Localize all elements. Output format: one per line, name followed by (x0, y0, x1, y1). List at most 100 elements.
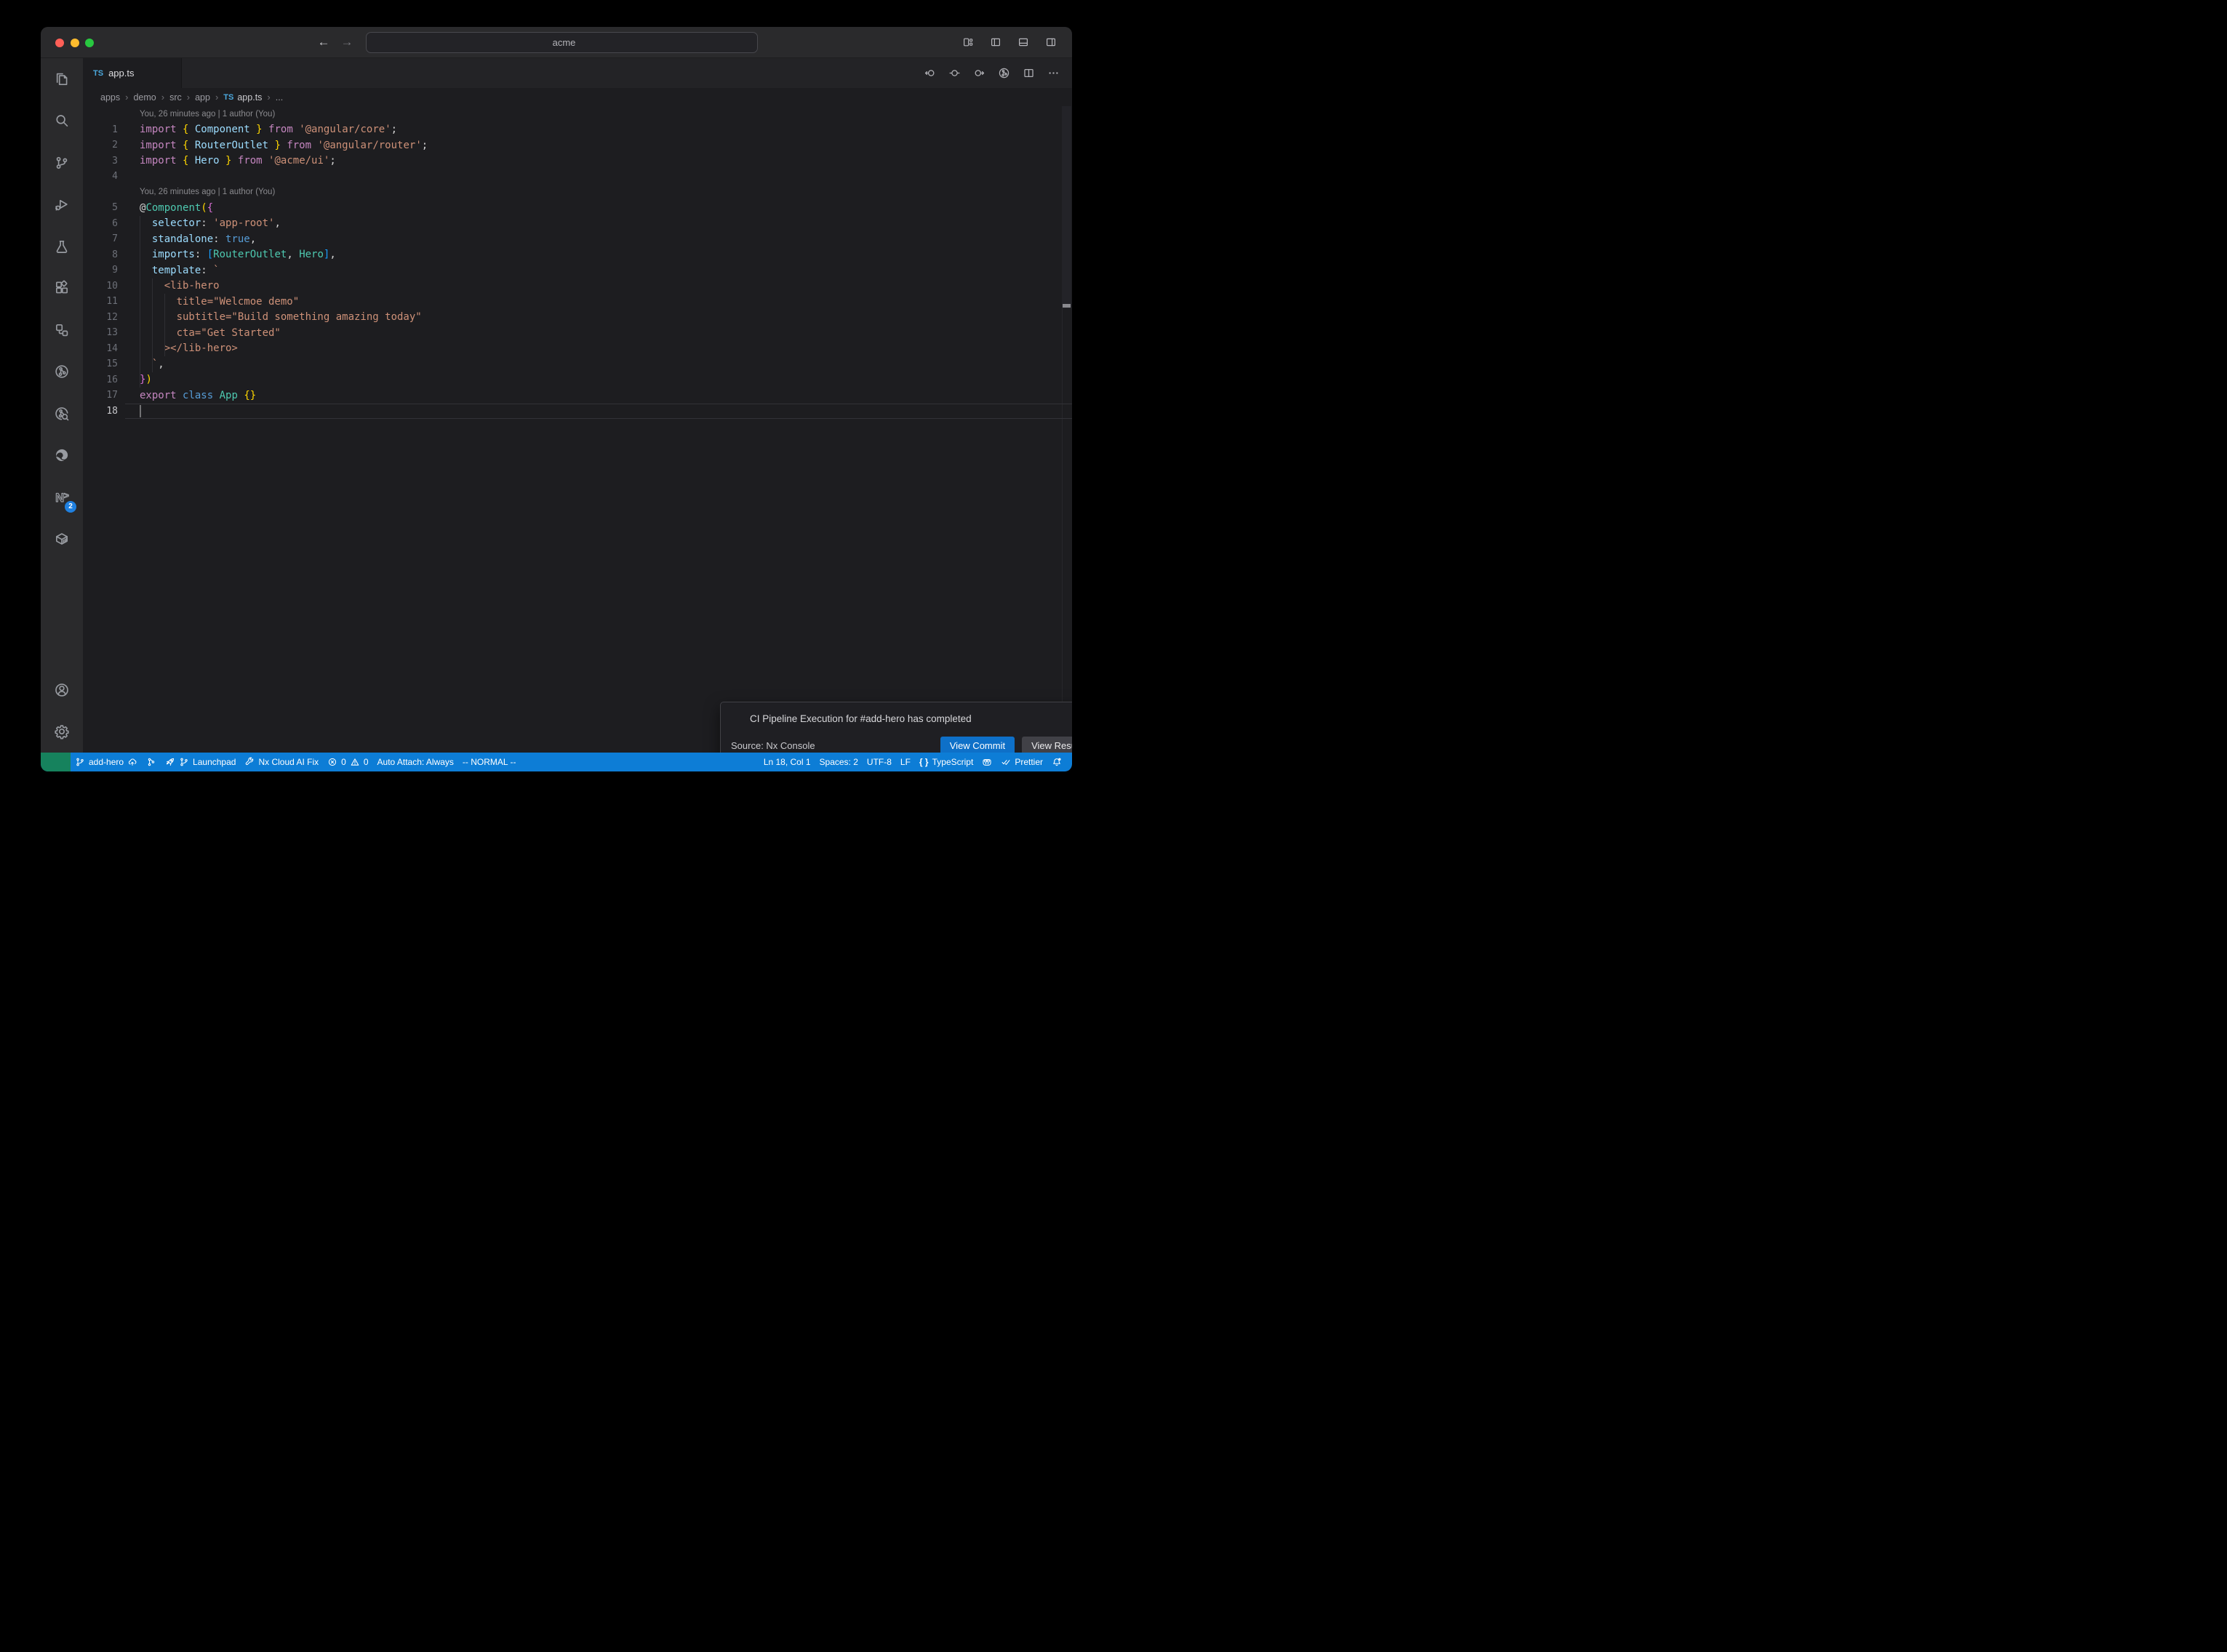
status-item-formatter[interactable]: Prettier (996, 753, 1047, 771)
copilot-menu[interactable] (775, 33, 779, 52)
search-icon (54, 113, 70, 129)
activity-bar-item-edge-tools[interactable] (41, 435, 83, 477)
accounts-icon (54, 682, 70, 698)
chevron-right-icon: › (187, 92, 190, 103)
status-item-eol[interactable]: LF (896, 753, 915, 771)
activity-bar-item-run-debug[interactable] (41, 184, 83, 226)
status-item-auto-attach[interactable]: Auto Attach: Always (373, 753, 458, 771)
source-control-icon (54, 155, 70, 171)
info-icon (731, 713, 743, 725)
breadcrumb-item[interactable]: src (169, 92, 182, 103)
references-icon (54, 322, 70, 338)
activity-bar-item-search[interactable] (41, 100, 83, 143)
status-item-git-graph[interactable] (142, 753, 161, 771)
testing-icon (54, 238, 70, 254)
svg-text:>: > (64, 491, 69, 500)
chevron-right-icon: › (267, 92, 270, 103)
activity-bar-item-containers[interactable] (41, 518, 83, 561)
tab-app-ts[interactable]: TS app.ts (83, 58, 182, 88)
toggle-panel-button[interactable] (1015, 33, 1032, 51)
line-number: 8 (83, 249, 118, 260)
activity-bar-item-testing[interactable] (41, 225, 83, 268)
code-line-2: 2import { RouterOutlet } from '@angular/… (83, 137, 1072, 153)
breadcrumb-item[interactable]: demo (133, 92, 156, 103)
notification-source: Source: Nx Console (731, 740, 933, 751)
status-item-nx-cloud-ai-fix[interactable]: Nx Cloud AI Fix (240, 753, 323, 771)
code-line-15: 15 `, (83, 356, 1072, 372)
activity-bar-item-settings[interactable] (41, 711, 83, 753)
breadcrumb-item[interactable]: apps (100, 92, 120, 103)
remote-indicator[interactable] (41, 753, 71, 771)
breadcrumb-item[interactable]: app (195, 92, 210, 103)
nav-current-button[interactable] (947, 66, 961, 81)
status-item-launchpad[interactable]: Launchpad (161, 753, 240, 771)
indent-guide (152, 278, 153, 372)
commit-search-icon (54, 406, 70, 422)
status-item-vim-mode[interactable]: -- NORMAL -- (458, 753, 521, 771)
window-minimize-button[interactable] (71, 39, 79, 47)
customize-layout-button[interactable] (959, 33, 977, 51)
history-forward-button[interactable]: → (338, 33, 356, 51)
toggle-secondary-sidebar-button[interactable] (1042, 33, 1060, 51)
status-item-label: Nx Cloud AI Fix (258, 757, 319, 767)
tab-close-icon[interactable] (161, 67, 174, 80)
status-item-notifications[interactable] (1047, 753, 1066, 771)
toggle-primary-sidebar-button[interactable] (987, 33, 1004, 51)
status-item-language[interactable]: { }TypeScript (915, 753, 977, 771)
line-number: 6 (83, 218, 118, 229)
commit-graph-button[interactable] (996, 66, 1011, 81)
notification-settings-icon[interactable] (1063, 712, 1072, 725)
status-item-copilot[interactable] (977, 753, 996, 771)
code-line-13: 13 cta="Get Started" (83, 325, 1072, 341)
status-item-indentation[interactable]: Spaces: 2 (815, 753, 863, 771)
code-line-3: 3import { Hero } from '@acme/ui'; (83, 153, 1072, 169)
git-branch-icon (179, 757, 189, 767)
window-close-button[interactable] (55, 39, 64, 47)
breadcrumb-symbol[interactable]: ... (276, 92, 283, 103)
bell-dot-icon (1052, 757, 1062, 767)
more-actions-button[interactable] (1046, 66, 1060, 81)
activity-bar-item-nx-console[interactable]: N>2 (41, 476, 83, 518)
nav-back-button[interactable] (922, 66, 937, 81)
line-number: 5 (83, 202, 118, 213)
status-item-problems[interactable]: 00 (323, 753, 372, 771)
command-center-search[interactable]: acme (366, 32, 758, 53)
status-item-label: TypeScript (932, 757, 974, 767)
nav-forward-button[interactable] (972, 66, 986, 81)
split-editor-button[interactable] (1021, 66, 1036, 81)
status-item-cursor-position[interactable]: Ln 18, Col 1 (759, 753, 815, 771)
code-line-11: 11 title="Welcmoe demo" (83, 294, 1072, 310)
code-text: imports: [RouterOutlet, Hero], (118, 249, 336, 260)
status-item-label: add-hero (89, 757, 124, 767)
breadcrumb-file[interactable]: TSapp.ts (223, 92, 262, 103)
error-count: 0 (341, 757, 346, 767)
git-branch-icon (75, 757, 85, 767)
code-line-7: 7 standalone: true, (83, 231, 1072, 247)
window-zoom-button[interactable] (85, 39, 94, 47)
activity-bar-item-commit-search[interactable] (41, 393, 83, 435)
code-editor[interactable]: You, 26 minutes ago | 1 author (You)1imp… (83, 106, 1072, 753)
activity-bar-item-source-control[interactable] (41, 142, 83, 184)
line-number: 11 (83, 296, 118, 307)
activity-bar-item-explorer[interactable] (41, 58, 83, 100)
code-line-10: 10 <lib-hero (83, 278, 1072, 294)
indent-guide (164, 294, 165, 356)
svg-text:N: N (55, 492, 64, 505)
git-blame-annotation: You, 26 minutes ago | 1 author (You) (83, 185, 1072, 201)
status-item-label: Prettier (1015, 757, 1043, 767)
status-item-label: -- NORMAL -- (463, 757, 516, 767)
git-graph-icon (146, 757, 156, 767)
activity-bar-item-commit-graph[interactable] (41, 351, 83, 393)
error-icon (327, 757, 337, 767)
activity-bar-item-accounts[interactable] (41, 669, 83, 711)
code-text: standalone: true, (118, 233, 256, 245)
activity-bar-item-extensions[interactable] (41, 268, 83, 310)
status-item-branch[interactable]: add-hero (71, 753, 142, 771)
code-text: @Component({ (118, 202, 213, 214)
code-text: selector: 'app-root', (118, 217, 281, 229)
status-item-encoding[interactable]: UTF-8 (863, 753, 896, 771)
line-number: 16 (83, 374, 118, 385)
history-back-button[interactable]: ← (315, 33, 332, 51)
activity-bar-item-references[interactable] (41, 309, 83, 351)
command-center-value: acme (553, 37, 576, 48)
